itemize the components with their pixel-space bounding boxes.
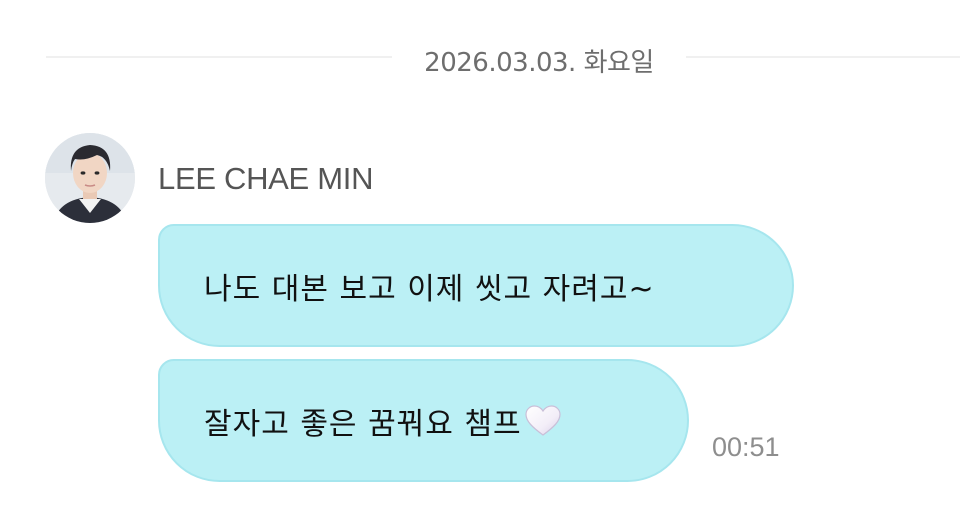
divider-line-left [46, 56, 392, 58]
date-divider: 2026.03.03. 화요일 [0, 34, 960, 80]
message-text: 잘자고 좋은 꿈꿔요 챔프 [204, 406, 522, 442]
sender-name: LEE CHAE MIN [158, 161, 374, 196]
message-text: 나도 대본 보고 이제 씻고 자려고~ [204, 271, 655, 307]
white-heart-icon [524, 404, 562, 438]
divider-line-right [686, 56, 960, 58]
date-label: 2026.03.03. 화요일 [424, 48, 654, 78]
message-bubble[interactable]: 잘자고 좋은 꿈꿔요 챔프 [158, 359, 689, 482]
profile-photo-icon [45, 133, 135, 223]
message-timestamp: 00:51 [712, 432, 780, 462]
chat-screen: 2026.03.03. 화요일 LEE CHAE MIN 나도 대본 보고 이제… [0, 0, 960, 505]
avatar[interactable] [45, 133, 135, 223]
message-bubble[interactable]: 나도 대본 보고 이제 씻고 자려고~ [158, 224, 794, 347]
